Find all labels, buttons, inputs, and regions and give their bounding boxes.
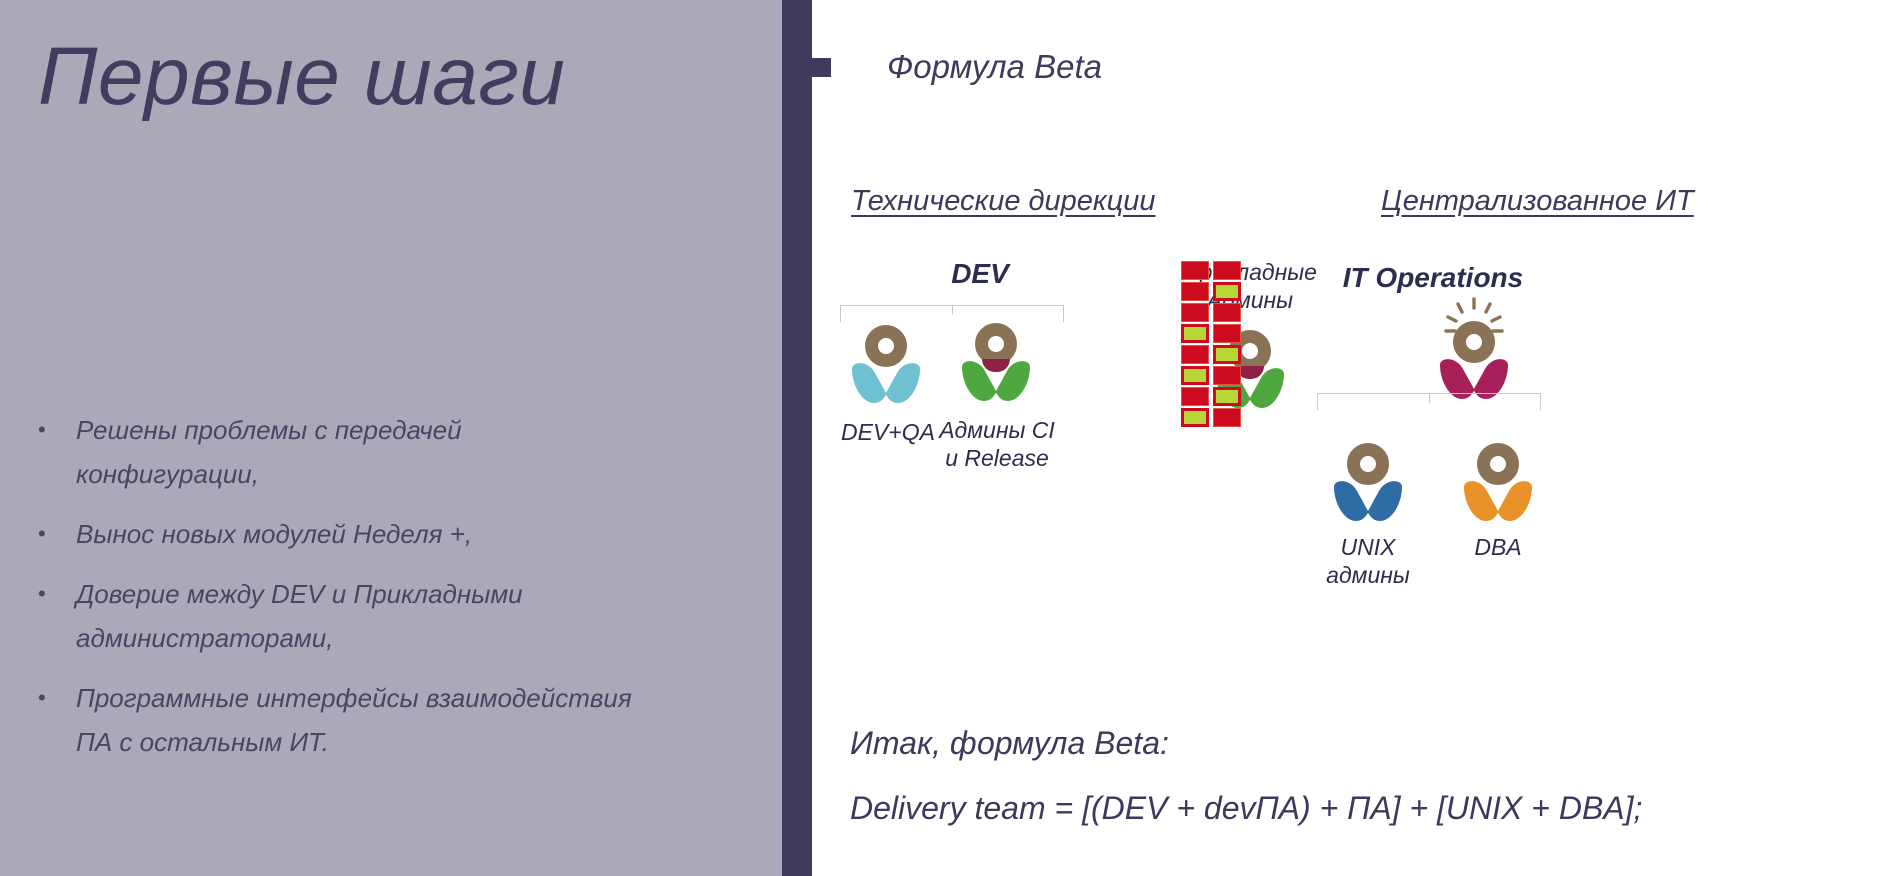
bullet-dot-icon: • [38,521,46,546]
person-head-icon [1347,443,1389,485]
person-head-icon [1453,321,1495,363]
square-bullet-icon [812,57,831,77]
server-cell-red [1181,345,1209,364]
bracket-tick [1429,394,1430,403]
server-cell-red [1181,387,1209,406]
person-body-icon [1462,481,1534,521]
slide-canvas: Первые шаги • Решены проблемы с передаче… [0,0,1881,876]
person-body-icon [960,361,1032,401]
bullet-dot-icon: • [38,581,46,606]
formula-intro-text: Итак, формула Beta: [850,725,1169,761]
person-head-icon [1477,443,1519,485]
server-rack-grid [1181,261,1241,427]
person-head-icon [865,325,907,367]
right-content-area: Формула Beta Технические дирекции Центра… [812,0,1881,876]
person-icon-unix-admins [1332,443,1404,521]
bracket-it-operations [1317,393,1541,410]
formula-body-text: Delivery team = [(DEV + devПА) + ПА] + [… [850,790,1643,826]
server-cell-red [1181,261,1209,280]
person-icon-admins-ci [960,323,1032,401]
person-icon-dba [1462,443,1534,521]
person-label-admins-ci: Админы CI и Release [939,417,1055,472]
server-cell-yellow [1181,324,1209,343]
list-item-label: Вынос новых модулей Неделя +, [76,519,473,549]
list-item-label: Доверие между DEV и Прикладными админист… [76,579,523,653]
formula-heading: Формула Beta [812,48,1102,86]
server-cell-yellow [1181,366,1209,385]
server-cell-yellow [1181,408,1209,427]
list-item: • Доверие между DEV и Прикладными админи… [34,572,734,660]
person-label-dba: DBA [1474,534,1522,560]
list-item: • Решены проблемы с передачей конфигурац… [34,408,734,496]
server-cell-yellow [1213,387,1241,406]
group-title-it-operations: IT Operations [1342,262,1524,293]
server-cell-red [1213,408,1241,427]
section-header-technical: Технические дирекции [851,185,1156,217]
section-header-centralized: Централизованное ИТ [1381,185,1694,217]
person-body-icon [850,363,922,403]
group-title-dev: DEV [951,258,1009,289]
person-icon-it-operations [1438,297,1510,399]
list-item: • Программные интерфейсы взаимодействия … [34,676,734,764]
server-cell-red [1213,366,1241,385]
bracket-tick [952,306,953,315]
server-cell-red [1181,282,1209,301]
bullet-dot-icon: • [38,685,46,710]
bullet-dot-icon: • [38,417,46,442]
person-icon-dev-qa [850,325,922,403]
server-cell-red [1213,303,1241,322]
bullet-list: • Решены проблемы с передачей конфигурац… [34,408,734,780]
list-item: • Вынос новых модулей Неделя +, [34,512,734,556]
server-cell-yellow [1213,345,1241,364]
server-cell-red [1213,324,1241,343]
list-item-label: Программные интерфейсы взаимодействия ПА… [76,683,632,757]
server-cell-red [1181,303,1209,322]
bracket-dev [840,305,1064,322]
server-cell-yellow [1213,282,1241,301]
person-body-icon [1332,481,1404,521]
page-title: Первые шаги [38,31,566,122]
list-item-label: Решены проблемы с передачей конфигурации… [76,415,462,489]
server-cell-red [1213,261,1241,280]
formula-heading-label: Формула Beta [887,48,1102,85]
